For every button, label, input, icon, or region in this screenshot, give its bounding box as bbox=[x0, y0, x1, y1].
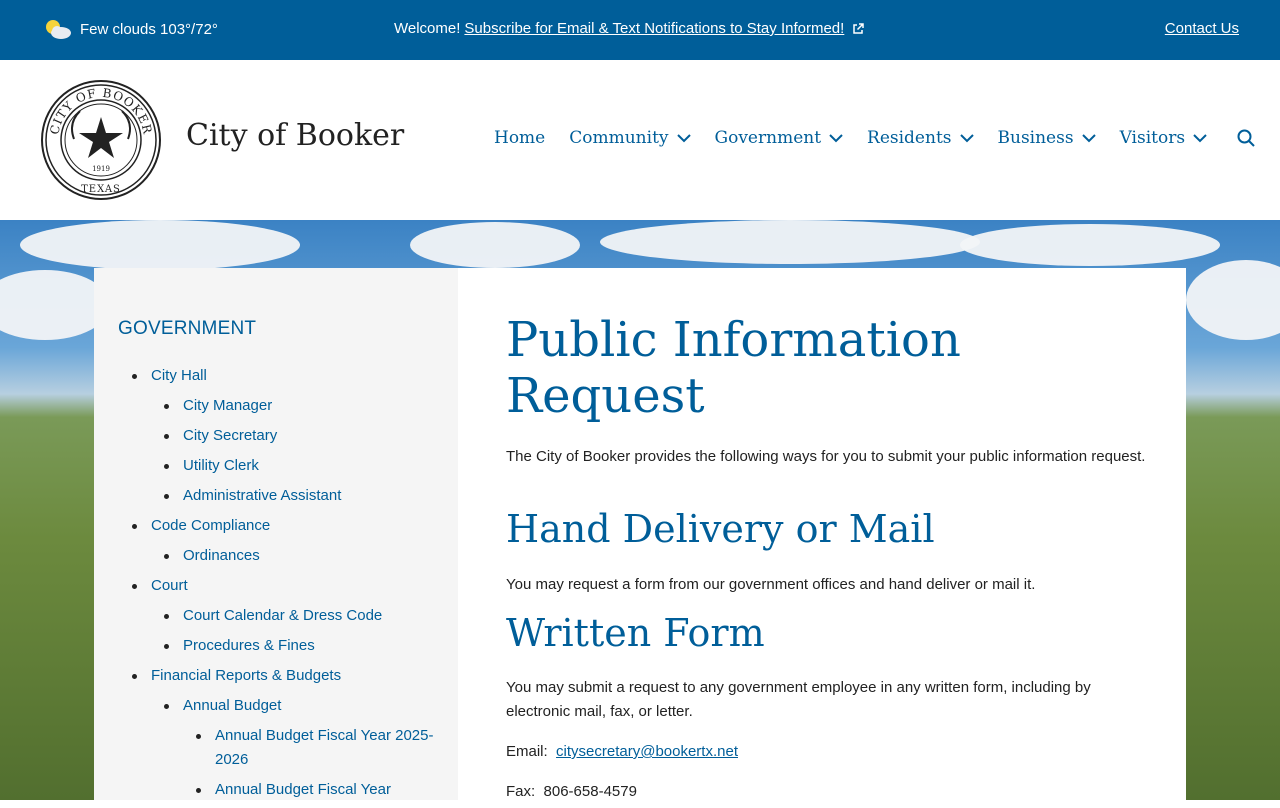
svg-text:TEXAS: TEXAS bbox=[81, 184, 121, 195]
sidebar-item-annual-budget[interactable]: Annual Budget bbox=[118, 694, 438, 718]
external-link-icon[interactable] bbox=[852, 22, 865, 35]
sidebar: GOVERNMENT City Hall City Manager City S… bbox=[94, 268, 458, 800]
section-written-form-text: You may submit a request to any governme… bbox=[506, 679, 1091, 720]
chevron-down-icon bbox=[829, 134, 843, 143]
sidebar-item-city-secretary[interactable]: City Secretary bbox=[118, 424, 438, 448]
sidebar-item-budget-2025-2026[interactable]: Annual Budget Fiscal Year 2025-2026 bbox=[118, 724, 438, 772]
contact-us-link[interactable]: Contact Us bbox=[1165, 20, 1239, 37]
nav-residents[interactable]: Residents bbox=[867, 128, 974, 148]
email-label: Email: bbox=[506, 743, 548, 760]
nav-business[interactable]: Business bbox=[998, 128, 1096, 148]
search-icon[interactable] bbox=[1237, 129, 1255, 147]
chevron-down-icon bbox=[1081, 134, 1096, 143]
weather-widget: Few clouds 103°/72° bbox=[44, 18, 218, 40]
nav-community-label: Community bbox=[569, 128, 669, 148]
email-line: Email: citysecretary@bookertx.net bbox=[506, 740, 1146, 764]
sidebar-item-financial-reports[interactable]: Financial Reports & Budgets bbox=[118, 664, 438, 688]
section-hand-delivery-title: Hand Delivery or Mail bbox=[506, 507, 935, 551]
weather-text: Few clouds 103°/72° bbox=[80, 20, 218, 38]
partly-cloudy-icon bbox=[46, 20, 71, 39]
sidebar-item-administrative-assistant[interactable]: Administrative Assistant bbox=[118, 484, 438, 508]
section-hand-delivery-text: You may request a form from our governme… bbox=[506, 576, 1036, 593]
email-link[interactable]: citysecretary@bookertx.net bbox=[556, 743, 738, 760]
nav-home-label: Home bbox=[494, 128, 546, 148]
sidebar-item-utility-clerk[interactable]: Utility Clerk bbox=[118, 454, 438, 478]
sidebar-item-court[interactable]: Court bbox=[118, 574, 438, 598]
chevron-down-icon bbox=[676, 134, 691, 143]
sidebar-item-city-manager[interactable]: City Manager bbox=[118, 394, 438, 418]
page-title: Public Information Request bbox=[506, 312, 961, 424]
main-nav: Home Community Government Residents Busi… bbox=[494, 128, 1255, 148]
section-written-form-title: Written Form bbox=[506, 611, 765, 655]
nav-visitors-label: Visitors bbox=[1119, 128, 1186, 148]
site-title[interactable]: City of Booker bbox=[186, 118, 404, 153]
sidebar-item-budget-fiscal-year[interactable]: Annual Budget Fiscal Year bbox=[118, 778, 438, 802]
sidebar-title: GOVERNMENT bbox=[118, 318, 257, 339]
city-seal-logo[interactable]: CITY OF BOOKER 1919 TEXAS bbox=[40, 79, 162, 201]
subscribe-link[interactable]: Subscribe for Email & Text Notifications… bbox=[464, 20, 844, 37]
welcome-prefix: Welcome! bbox=[394, 20, 461, 37]
nav-government[interactable]: Government bbox=[715, 128, 844, 148]
fax-number: 806-658-4579 bbox=[543, 783, 637, 800]
sidebar-nav: City Hall City Manager City Secretary Ut… bbox=[118, 364, 438, 808]
chevron-down-icon bbox=[959, 134, 974, 143]
fax-label: Fax: bbox=[506, 783, 536, 800]
fax-line: Fax: 806-658-4579 bbox=[506, 780, 1146, 804]
sidebar-item-code-compliance[interactable]: Code Compliance bbox=[118, 514, 438, 538]
chevron-down-icon bbox=[1193, 134, 1207, 143]
main-content: Public Information Request The City of B… bbox=[458, 268, 1186, 800]
sidebar-item-procedures-fines[interactable]: Procedures & Fines bbox=[118, 634, 438, 658]
nav-government-label: Government bbox=[714, 128, 822, 148]
welcome-banner: Welcome! Subscribe for Email & Text Noti… bbox=[394, 20, 865, 37]
site-header: CITY OF BOOKER 1919 TEXAS City of Booker… bbox=[0, 60, 1280, 220]
nav-residents-label: Residents bbox=[867, 128, 952, 148]
sidebar-item-city-hall[interactable]: City Hall bbox=[118, 364, 438, 388]
nav-home[interactable]: Home bbox=[494, 128, 545, 148]
sidebar-item-court-calendar[interactable]: Court Calendar & Dress Code bbox=[118, 604, 438, 628]
svg-text:1919: 1919 bbox=[92, 165, 110, 173]
intro-text: The City of Booker provides the followin… bbox=[506, 448, 1146, 465]
sidebar-item-ordinances[interactable]: Ordinances bbox=[118, 544, 438, 568]
nav-visitors[interactable]: Visitors bbox=[1120, 128, 1208, 148]
nav-community[interactable]: Community bbox=[569, 128, 691, 148]
nav-business-label: Business bbox=[997, 128, 1074, 148]
top-bar: Few clouds 103°/72° Welcome! Subscribe f… bbox=[0, 0, 1280, 60]
